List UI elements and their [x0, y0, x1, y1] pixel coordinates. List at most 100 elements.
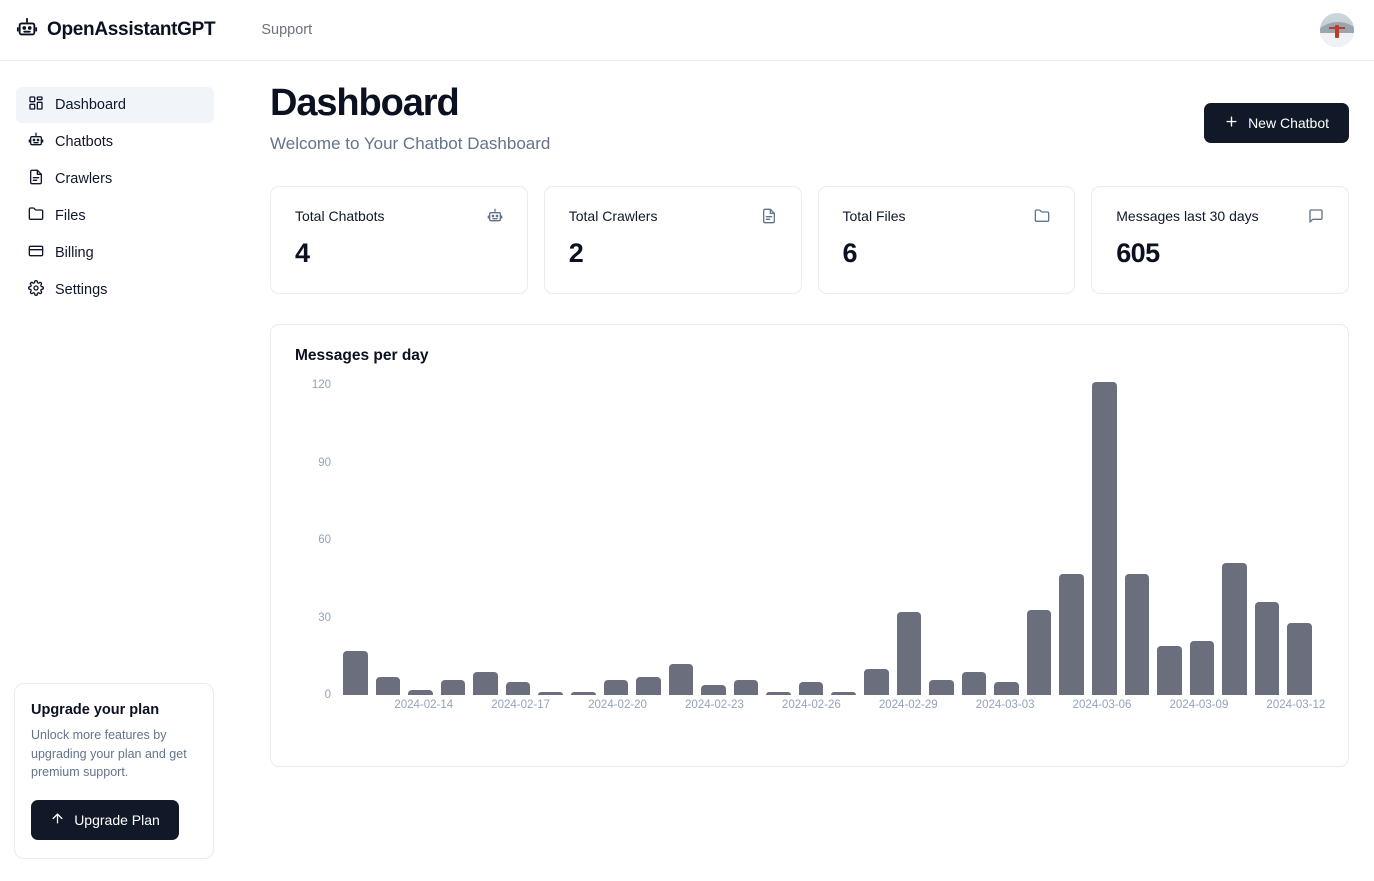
chart-y-tick: 30	[318, 612, 331, 624]
stat-card-value: 4	[295, 238, 503, 269]
sidebar-item-billing[interactable]: Billing	[16, 235, 214, 271]
chart-bar[interactable]	[734, 680, 759, 696]
upgrade-card-title: Upgrade your plan	[31, 702, 197, 718]
chart-bar[interactable]	[701, 685, 726, 695]
layout-grid-icon	[28, 95, 44, 115]
chart-bar-slot	[1092, 385, 1117, 695]
chart-x-tick: 2024-02-17	[491, 699, 550, 711]
upgrade-card-description: Unlock more features by upgrading your p…	[31, 726, 197, 782]
chart-bar-slot	[636, 385, 661, 695]
chart-bar-slot	[994, 385, 1019, 695]
chart-bar-slot	[1287, 385, 1312, 695]
sidebar-item-dashboard[interactable]: Dashboard	[16, 87, 214, 123]
chart-bar[interactable]	[636, 677, 661, 695]
chart-bar[interactable]	[441, 680, 466, 696]
chart-bar[interactable]	[571, 692, 596, 695]
top-nav: Support	[261, 22, 312, 38]
chart-bar[interactable]	[1059, 574, 1084, 695]
chart-bar[interactable]	[962, 672, 987, 695]
chart-bar-slot	[929, 385, 954, 695]
file-text-icon	[761, 208, 777, 229]
stat-card-value: 2	[569, 238, 777, 269]
chart-y-tick: 60	[318, 534, 331, 546]
bot-icon	[28, 132, 44, 152]
chart-x-tick: 2024-02-14	[394, 699, 453, 711]
chart-bar[interactable]	[473, 672, 498, 695]
chart-bar-slot	[538, 385, 563, 695]
chart-bar[interactable]	[538, 692, 563, 695]
chart-bars	[343, 385, 1312, 695]
chart-bar[interactable]	[929, 680, 954, 696]
app-shell: Dashboard Chatbots Crawlers	[0, 61, 1374, 881]
chart-bar[interactable]	[864, 669, 889, 695]
chart-bar[interactable]	[343, 651, 368, 695]
folder-icon	[28, 206, 44, 226]
stat-card-label: Messages last 30 days	[1116, 208, 1258, 224]
chart-bar-slot	[604, 385, 629, 695]
chart-bar[interactable]	[1255, 602, 1280, 695]
chart-bar-slot	[571, 385, 596, 695]
sidebar-item-label: Files	[55, 208, 86, 224]
sidebar: Dashboard Chatbots Crawlers	[0, 61, 230, 881]
chart-bar[interactable]	[506, 682, 531, 695]
chart-y-tick: 90	[318, 457, 331, 469]
chart-x-tick: 2024-03-06	[1073, 699, 1132, 711]
chart-bar-slot	[473, 385, 498, 695]
chart-bar-slot	[408, 385, 433, 695]
chart-bar[interactable]	[1157, 646, 1182, 695]
sidebar-item-files[interactable]: Files	[16, 198, 214, 234]
plus-icon	[1224, 114, 1239, 132]
chart-bar-slot	[1027, 385, 1052, 695]
chart-x-tick: 2024-02-29	[879, 699, 938, 711]
chart-bar[interactable]	[831, 692, 856, 695]
chart-bar-slot	[1190, 385, 1215, 695]
chart-x-axis: 2024-02-142024-02-172024-02-202024-02-23…	[343, 697, 1312, 721]
brand-logo[interactable]: OpenAssistantGPT	[16, 17, 215, 44]
stat-card-header: Total Crawlers	[569, 208, 777, 229]
chart-bar[interactable]	[1190, 641, 1215, 695]
sidebar-item-crawlers[interactable]: Crawlers	[16, 161, 214, 197]
file-text-icon	[28, 169, 44, 189]
sidebar-item-chatbots[interactable]: Chatbots	[16, 124, 214, 160]
sidebar-item-settings[interactable]: Settings	[16, 272, 214, 308]
bot-icon	[16, 17, 38, 44]
chart-bar[interactable]	[994, 682, 1019, 695]
stat-card-total-files: Total Files 6	[818, 186, 1076, 294]
chart-bar[interactable]	[1092, 382, 1117, 695]
chart-bar-slot	[376, 385, 401, 695]
top-bar: OpenAssistantGPT Support	[0, 0, 1374, 61]
credit-card-icon	[28, 243, 44, 263]
new-chatbot-button[interactable]: New Chatbot	[1204, 103, 1349, 143]
chart-x-tick: 2024-02-26	[782, 699, 841, 711]
chart-bar[interactable]	[408, 690, 433, 695]
page-title: Dashboard	[270, 83, 550, 124]
chart-bar-slot	[864, 385, 889, 695]
chart-bar[interactable]	[669, 664, 694, 695]
chart-bar[interactable]	[604, 680, 629, 696]
folder-icon	[1034, 208, 1050, 229]
chart-bar[interactable]	[1125, 574, 1150, 695]
main-content: Dashboard Welcome to Your Chatbot Dashbo…	[230, 61, 1374, 881]
chart-bar[interactable]	[799, 682, 824, 695]
chart-bar[interactable]	[1222, 563, 1247, 695]
upgrade-plan-button[interactable]: Upgrade Plan	[31, 800, 179, 840]
stat-card-value: 6	[843, 238, 1051, 269]
chart-bar[interactable]	[376, 677, 401, 695]
messages-per-day-card: Messages per day 0306090120 2024-02-1420…	[270, 324, 1349, 767]
chart-bar-slot	[962, 385, 987, 695]
chart-bar[interactable]	[897, 612, 922, 695]
chart-bar-slot	[799, 385, 824, 695]
chart-bar[interactable]	[766, 692, 791, 695]
chart-bar[interactable]	[1287, 623, 1312, 695]
sidebar-item-label: Dashboard	[55, 97, 126, 113]
avatar-person-body	[1335, 25, 1339, 38]
chart-bar-slot	[831, 385, 856, 695]
avatar[interactable]	[1320, 13, 1354, 47]
stat-card-header: Messages last 30 days	[1116, 208, 1324, 229]
chart-bar[interactable]	[1027, 610, 1052, 695]
chart-x-tick: 2024-03-03	[976, 699, 1035, 711]
stat-card-label: Total Crawlers	[569, 208, 658, 224]
stat-card-total-crawlers: Total Crawlers 2	[544, 186, 802, 294]
nav-link-support[interactable]: Support	[261, 22, 312, 38]
chart-bar-slot	[1125, 385, 1150, 695]
